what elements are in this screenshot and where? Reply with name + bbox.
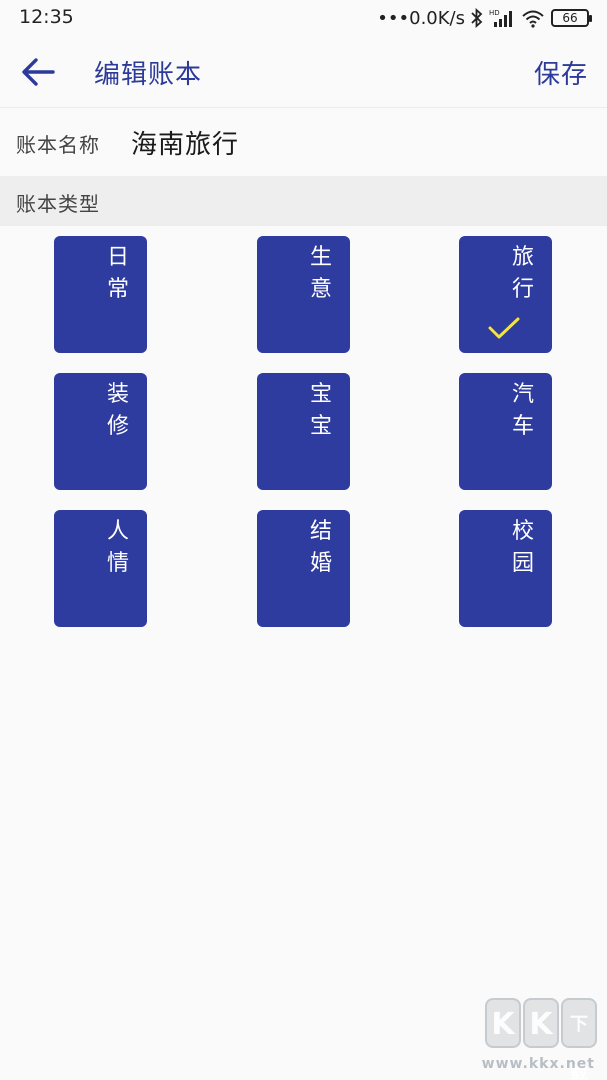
type-card-label: 生意	[309, 245, 332, 302]
ledger-type-header: 账本类型	[0, 176, 607, 226]
watermark-url: www.kkx.net	[481, 1056, 595, 1072]
ledger-type-label: 账本类型	[16, 192, 100, 216]
type-card-label: 装修	[106, 382, 129, 439]
type-card-daily[interactable]: 日常	[54, 236, 147, 353]
network-speed: •••0.0K/s	[377, 7, 465, 29]
svg-text:HD: HD	[489, 9, 500, 17]
app-bar: 编辑账本 保存	[0, 36, 607, 108]
back-button[interactable]	[16, 50, 60, 94]
wifi-icon	[521, 8, 545, 28]
type-card-label: 宝宝	[309, 382, 332, 439]
ledger-name-input[interactable]: 海南旅行	[131, 124, 239, 161]
ledger-type-grid: 日常 生意 旅行 装修 宝宝 汽车 人情 结婚 校园	[0, 226, 607, 646]
type-card-label: 日常	[106, 245, 129, 302]
check-icon	[488, 317, 520, 339]
status-bar: 12:35 •••0.0K/s HD 66	[0, 0, 607, 36]
save-button[interactable]: 保存	[534, 54, 588, 91]
ledger-name-label: 账本名称	[16, 133, 100, 157]
type-card-business[interactable]: 生意	[257, 236, 350, 353]
status-icons: •••0.0K/s HD 66	[377, 6, 592, 30]
page-title: 编辑账本	[94, 60, 203, 90]
type-card-label: 旅行	[511, 245, 534, 302]
type-card-label: 校园	[511, 519, 534, 576]
bluetooth-icon	[471, 8, 483, 28]
ledger-name-row: 账本名称 海南旅行	[0, 108, 607, 176]
type-card-label: 结婚	[309, 519, 332, 576]
battery-icon: 66	[551, 9, 592, 27]
watermark-glyph: K	[485, 998, 521, 1048]
watermark: K K 下载 www.kkx.net	[479, 998, 597, 1080]
type-card-renovation[interactable]: 装修	[54, 373, 147, 490]
type-card-car[interactable]: 汽车	[459, 373, 552, 490]
type-card-wedding[interactable]: 结婚	[257, 510, 350, 627]
status-time: 12:35	[19, 6, 74, 28]
type-card-label: 人情	[106, 519, 129, 576]
type-card-label: 汽车	[511, 382, 534, 439]
watermark-logo: K K 下载	[485, 998, 597, 1080]
signal-icon: HD	[489, 8, 515, 28]
arrow-left-icon	[22, 58, 55, 86]
watermark-glyph: K	[523, 998, 559, 1048]
type-card-travel[interactable]: 旅行	[459, 236, 552, 353]
watermark-glyph: 下载	[561, 998, 597, 1080]
type-card-campus[interactable]: 校园	[459, 510, 552, 627]
type-card-baby[interactable]: 宝宝	[257, 373, 350, 490]
type-card-gifts[interactable]: 人情	[54, 510, 147, 627]
